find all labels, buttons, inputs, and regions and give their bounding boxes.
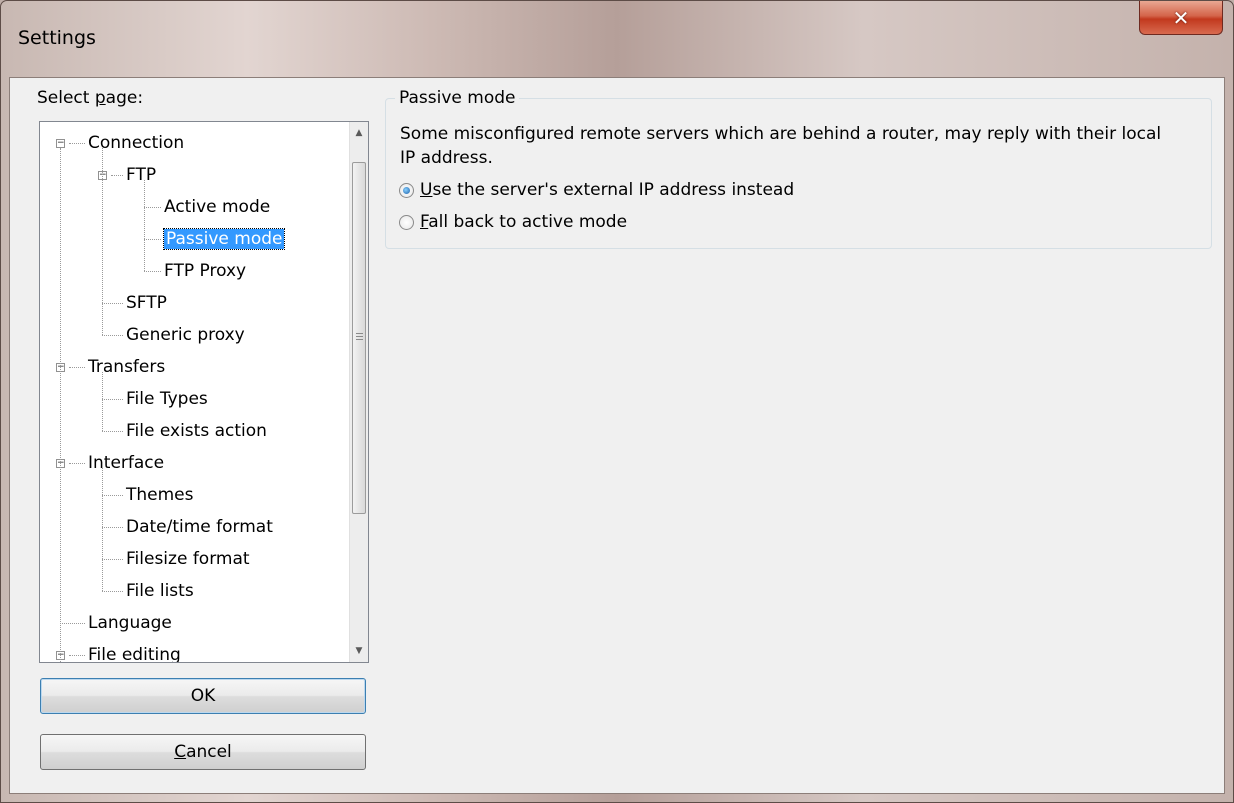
tree-item-label: FTP [126, 165, 157, 185]
description-text: Some misconfigured remote servers which … [400, 124, 1162, 168]
tree-item-label: Transfers [88, 357, 166, 377]
tree-item[interactable]: SFTP [126, 287, 167, 319]
tree-connector [102, 591, 123, 592]
tree-item[interactable]: Transfers [88, 351, 165, 383]
cancel-accel: C [174, 742, 187, 762]
tree-item[interactable]: Active mode [164, 191, 270, 223]
tree-item-label: Filesize format [126, 549, 250, 569]
tree-connector [102, 303, 123, 304]
tree-item[interactable]: File Types [126, 383, 208, 415]
tree-items: − Connection − FTP Active mode Passive mode FT… [40, 122, 350, 662]
radio-checked-icon[interactable] [399, 182, 414, 198]
tree-item-label: Passive mode [162, 228, 286, 250]
scroll-thumb[interactable] [352, 162, 366, 514]
tree-item-label: File Types [126, 389, 208, 409]
tree-connector [69, 463, 85, 464]
tree-connector [102, 468, 103, 591]
tree-item[interactable]: File editing [88, 639, 181, 662]
title-bar[interactable]: Settings ✕ [1, 1, 1233, 77]
radio-label: Use the server's external IP address ins… [420, 180, 795, 200]
tree-item-label: FTP Proxy [164, 261, 247, 281]
cancel-button[interactable]: Cancel [40, 734, 366, 770]
tree-connector [144, 207, 161, 208]
tree-connector [102, 559, 123, 560]
radio-unchecked-icon[interactable] [399, 214, 414, 230]
tree-item-label: File lists [126, 581, 194, 601]
tree-item[interactable]: Language [88, 607, 172, 639]
groupbox-title: Passive mode [395, 88, 520, 108]
tree-item[interactable]: Date/time format [126, 511, 273, 543]
tree-connector [102, 335, 123, 336]
cancel-label: ancel [186, 742, 232, 762]
tree-connector [111, 175, 123, 176]
page-tree[interactable]: − Connection − FTP Active mode Passive mode FT… [39, 121, 369, 663]
tree-connector [69, 143, 85, 144]
tree-connector [102, 527, 123, 528]
close-button[interactable]: ✕ [1139, 1, 1223, 35]
dialog-client-area: Select page: − Connection − FTP Active mode P… [9, 77, 1225, 794]
tree-item[interactable]: Passive mode [162, 223, 286, 255]
scroll-down-arrow-icon[interactable]: ▼ [350, 642, 368, 660]
tree-connector [60, 148, 61, 662]
radio-fall-back-active[interactable]: Fall back to active mode [399, 210, 627, 234]
tree-item[interactable]: Themes [126, 479, 194, 511]
tree-item[interactable]: Filesize format [126, 543, 250, 575]
tree-item-label: Generic proxy [126, 325, 245, 345]
window-title: Settings [18, 27, 96, 49]
tree-connector [102, 399, 123, 400]
tree-connector [144, 271, 161, 272]
tree-connector [60, 623, 85, 624]
collapse-icon[interactable]: − [56, 139, 65, 148]
tree-item[interactable]: File exists action [126, 415, 267, 447]
tree-connector [102, 148, 103, 335]
tree-connector [102, 372, 103, 431]
radio-use-external-ip[interactable]: Use the server's external IP address ins… [399, 178, 794, 202]
tree-connector [69, 367, 85, 368]
tree-item-label: File editing [88, 645, 181, 662]
tree-connector [102, 431, 123, 432]
tree-item[interactable]: FTP Proxy [164, 255, 246, 287]
radio-label: Fall back to active mode [420, 212, 628, 232]
tree-connector [69, 655, 85, 656]
tree-item[interactable]: FTP [126, 159, 156, 191]
tree-connector [144, 180, 145, 271]
scroll-up-arrow-icon[interactable]: ▲ [350, 124, 368, 142]
tree-item-label: Interface [88, 453, 165, 473]
tree-connector [102, 495, 123, 496]
scroll-grip-icon [356, 333, 363, 342]
tree-item-label: SFTP [126, 293, 167, 313]
tree-item-label: Date/time format [126, 517, 273, 537]
ok-button[interactable]: OK [40, 678, 366, 714]
tree-item[interactable]: File lists [126, 575, 194, 607]
select-page-label: Select page: [37, 88, 144, 108]
tree-item[interactable]: Interface [88, 447, 164, 479]
tree-item-label: Themes [126, 485, 194, 505]
close-icon: ✕ [1172, 5, 1190, 30]
tree-item-label: File exists action [126, 421, 267, 441]
tree-connector [144, 239, 161, 240]
settings-window: Settings ✕ Select page: − Connection − FTP A… [0, 0, 1234, 803]
tree-item-label: Active mode [164, 197, 271, 217]
tree-item-label: Language [88, 613, 172, 633]
tree-item[interactable]: Generic proxy [126, 319, 245, 351]
tree-scrollbar[interactable]: ▲ ▼ [349, 122, 368, 662]
